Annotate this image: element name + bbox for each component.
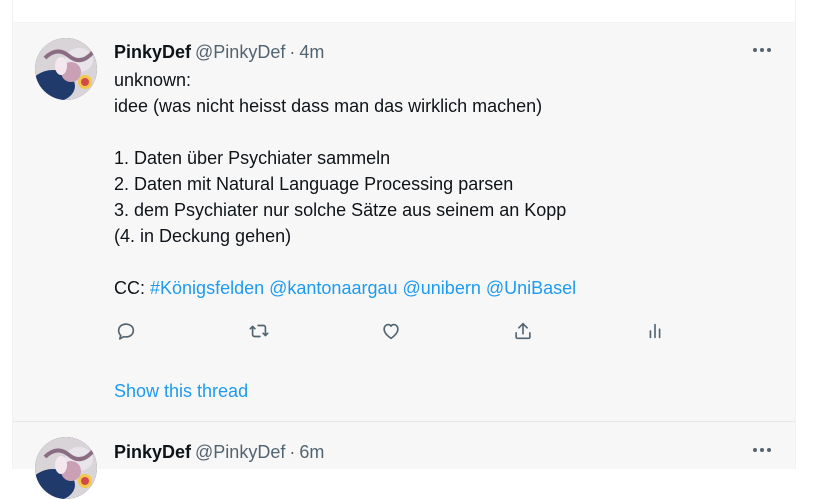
tweet[interactable]: PinkyDef @PinkyDef · 6m (13, 422, 795, 499)
tweet-text-line: unknown: (114, 70, 192, 90)
separator-dot: · (289, 42, 296, 62)
mention-link[interactable]: @unibern (403, 278, 481, 298)
like-icon[interactable] (379, 319, 403, 343)
display-name[interactable]: PinkyDef (114, 442, 191, 462)
tweet-text-line: 2. Daten mit Natural Language Processing… (114, 174, 514, 194)
tweet[interactable]: PinkyDef @PinkyDef · 4m unknown: idee (was … (13, 23, 795, 422)
previous-tweet-tail (13, 0, 795, 23)
tweet-text: unknown: idee (was nicht heisst dass man… (114, 67, 754, 301)
tweet-text-line (114, 119, 754, 145)
tweet-actions (114, 319, 674, 343)
timestamp[interactable]: 6m (299, 442, 324, 462)
analytics-icon[interactable] (643, 319, 667, 343)
avatar[interactable] (35, 437, 97, 499)
cc-prefix: CC: (114, 278, 145, 298)
more-options-icon[interactable] (751, 39, 773, 61)
cc-line: CC: #Königsfelden @kantonaargau @unibern… (114, 275, 754, 301)
share-icon[interactable] (511, 319, 535, 343)
avatar-image (35, 437, 97, 499)
timestamp[interactable]: 4m (299, 42, 324, 62)
timeline: PinkyDef @PinkyDef · 4m unknown: idee (was … (12, 0, 796, 499)
separator-dot: · (289, 442, 296, 462)
tweet-text-line: idee (was nicht heisst dass man das wirk… (114, 96, 543, 116)
reply-icon[interactable] (114, 319, 138, 343)
avatar-image (35, 38, 97, 100)
user-handle[interactable]: @PinkyDef (195, 42, 285, 62)
hashtag-link[interactable]: #Königsfelden (150, 278, 264, 298)
tweet-text-line: (4. in Deckung gehen) (114, 226, 292, 246)
user-handle[interactable]: @PinkyDef (195, 442, 285, 462)
more-options-icon[interactable] (751, 439, 773, 461)
show-thread-link[interactable]: Show this thread (114, 379, 248, 403)
display-name[interactable]: PinkyDef (114, 42, 191, 62)
tweet-text-line: 1. Daten über Psychiater sammeln (114, 148, 391, 168)
tweet-header: PinkyDef @PinkyDef · 6m (114, 440, 324, 464)
tweet-header: PinkyDef @PinkyDef · 4m (114, 40, 324, 64)
retweet-icon[interactable] (247, 319, 271, 343)
avatar[interactable] (35, 38, 97, 100)
mention-link[interactable]: @UniBasel (486, 278, 576, 298)
mention-link[interactable]: @kantonaargau (269, 278, 397, 298)
tweet-text-line: 3. dem Psychiater nur solche Sätze aus s… (114, 200, 567, 220)
